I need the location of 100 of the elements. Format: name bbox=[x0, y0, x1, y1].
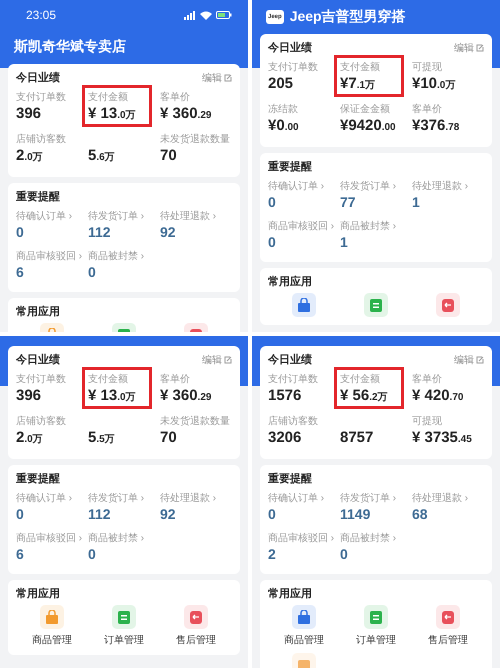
metric-value: ¥0.00 bbox=[268, 116, 299, 136]
metric-label: 支付订单数 bbox=[268, 61, 318, 74]
reminder-link[interactable]: 商品审核驳回 › bbox=[16, 250, 82, 263]
reminder-link[interactable]: 商品被封禁 › bbox=[88, 250, 144, 263]
bag-icon[interactable] bbox=[297, 610, 311, 624]
edit-icon bbox=[476, 356, 484, 364]
reminder-link[interactable]: 待确认订单 › bbox=[16, 492, 72, 505]
reminder-link[interactable]: 商品被封禁 › bbox=[88, 532, 144, 545]
metric-label: 支付金额 bbox=[88, 373, 128, 386]
reminder-count: 1 bbox=[340, 233, 348, 252]
reminder-link[interactable]: 待发货订单 › bbox=[340, 180, 396, 193]
edit-icon bbox=[224, 74, 232, 82]
reminder-link[interactable]: 商品审核驳回 › bbox=[16, 532, 82, 545]
card-title: 常用应用 bbox=[16, 304, 60, 319]
metric-label: 支付订单数 bbox=[268, 373, 318, 386]
metric-value: ¥ 360.29 bbox=[160, 104, 212, 124]
signal-icon bbox=[184, 10, 196, 20]
reminder-link[interactable]: 待发货订单 › bbox=[340, 492, 396, 505]
reminder-link[interactable]: 待处理退款 › bbox=[160, 492, 216, 505]
card-title: 今日业绩 bbox=[16, 352, 60, 367]
metric-value: 1576 bbox=[268, 386, 302, 405]
metric-label: 客单价 bbox=[412, 103, 442, 116]
metric-label: 支付金额 bbox=[340, 61, 380, 74]
edit-icon bbox=[224, 356, 232, 364]
metric-value: ¥7.1万 bbox=[340, 74, 376, 94]
metric-value: 396 bbox=[16, 386, 42, 405]
edit-link[interactable]: 编辑 bbox=[454, 352, 474, 366]
metric-value: ¥ 360.29 bbox=[160, 386, 212, 406]
reminder-link[interactable]: 商品被封禁 › bbox=[340, 532, 396, 545]
edit-link[interactable]: 编辑 bbox=[202, 70, 222, 84]
reminder-link[interactable]: 商品审核驳回 › bbox=[268, 532, 334, 545]
app-label[interactable]: 订单管理 bbox=[104, 633, 144, 647]
reminder-link[interactable]: 待确认订单 › bbox=[16, 210, 72, 223]
metric-value: 3206 bbox=[268, 428, 302, 447]
reminder-link[interactable]: 待处理退款 › bbox=[412, 180, 468, 193]
return-icon[interactable] bbox=[441, 610, 455, 624]
app-label[interactable]: 订单管理 bbox=[356, 633, 396, 647]
wifi-icon bbox=[200, 10, 212, 20]
metric-value: ¥ 13.0万 bbox=[88, 104, 136, 124]
app-label[interactable]: 商品管理 bbox=[32, 633, 72, 647]
reminder-count: 6 bbox=[16, 545, 24, 564]
metric-value: 5.5万 bbox=[88, 428, 115, 448]
reminder-count: 0 bbox=[88, 545, 96, 564]
return-icon[interactable] bbox=[189, 610, 203, 624]
metric-value: 205 bbox=[268, 74, 294, 93]
reminder-link[interactable]: 待发货订单 › bbox=[88, 210, 144, 223]
edit-link[interactable]: 编辑 bbox=[454, 40, 474, 54]
bag-icon[interactable] bbox=[297, 298, 311, 312]
metric-label: 客单价 bbox=[160, 373, 190, 386]
metric-label: 店铺访客数 bbox=[16, 133, 66, 146]
metric-value: 2.0万 bbox=[16, 146, 43, 166]
edit-link[interactable]: 编辑 bbox=[202, 352, 222, 366]
reminder-link[interactable]: 商品审核驳回 › bbox=[268, 220, 334, 233]
reminder-link[interactable]: 待确认订单 › bbox=[268, 180, 324, 193]
reminder-count: 112 bbox=[88, 505, 111, 524]
reminder-link[interactable]: 待处理退款 › bbox=[412, 492, 468, 505]
reminder-link[interactable]: 待确认订单 › bbox=[268, 492, 324, 505]
card-title: 今日业绩 bbox=[268, 40, 312, 55]
card-title: 今日业绩 bbox=[16, 70, 60, 85]
metric-value: 70 bbox=[160, 428, 177, 447]
reminder-count: 0 bbox=[340, 545, 348, 564]
metric-label: 支付订单数 bbox=[16, 91, 66, 104]
metric-value: 5.6万 bbox=[88, 146, 115, 166]
metric-value: ¥ 56.2万 bbox=[340, 386, 388, 406]
clipboard-icon[interactable] bbox=[117, 610, 131, 624]
metric-label: 店铺访客数 bbox=[16, 415, 66, 428]
card-title: 常用应用 bbox=[268, 586, 312, 601]
app-label[interactable]: 商品管理 bbox=[284, 633, 324, 647]
metric-value: ¥ 13.0万 bbox=[88, 386, 136, 406]
store-name: Jeep吉普型男穿搭 bbox=[290, 8, 406, 26]
metric-label: 未发货退款数量 bbox=[160, 133, 230, 146]
metric-label: 店铺访客数 bbox=[268, 415, 318, 428]
metric-label: 冻结款 bbox=[268, 103, 298, 116]
reminder-count: 6 bbox=[16, 263, 24, 282]
metric-label: 支付金额 bbox=[88, 91, 128, 104]
edit-icon bbox=[476, 44, 484, 52]
return-icon[interactable] bbox=[441, 298, 455, 312]
app-label[interactable]: 售后管理 bbox=[428, 633, 468, 647]
metric-value: ¥376.78 bbox=[412, 116, 460, 136]
metric-value: 396 bbox=[16, 104, 42, 123]
card-title: 重要提醒 bbox=[16, 190, 60, 204]
clipboard-icon[interactable] bbox=[369, 298, 383, 312]
clipboard-icon[interactable] bbox=[369, 610, 383, 624]
card-icon[interactable] bbox=[297, 658, 311, 668]
reminder-count: 2 bbox=[268, 545, 276, 564]
app-label[interactable]: 售后管理 bbox=[176, 633, 216, 647]
metric-label: 支付订单数 bbox=[16, 373, 66, 386]
battery-icon bbox=[216, 11, 232, 19]
metric-label: 保证金金额 bbox=[340, 103, 390, 116]
reminder-count: 1149 bbox=[340, 505, 370, 524]
reminder-link[interactable]: 商品被封禁 › bbox=[340, 220, 396, 233]
reminder-link[interactable]: 待处理退款 › bbox=[160, 210, 216, 223]
status-time: 23:05 bbox=[26, 8, 56, 22]
reminder-count: 0 bbox=[268, 193, 276, 212]
bag-icon[interactable] bbox=[45, 610, 59, 624]
reminder-count: 92 bbox=[160, 505, 176, 524]
metric-label: 未发货退款数量 bbox=[160, 415, 230, 428]
metric-value: ¥9420.00 bbox=[340, 116, 396, 136]
metric-label: 客单价 bbox=[412, 373, 442, 386]
reminder-link[interactable]: 待发货订单 › bbox=[88, 492, 144, 505]
